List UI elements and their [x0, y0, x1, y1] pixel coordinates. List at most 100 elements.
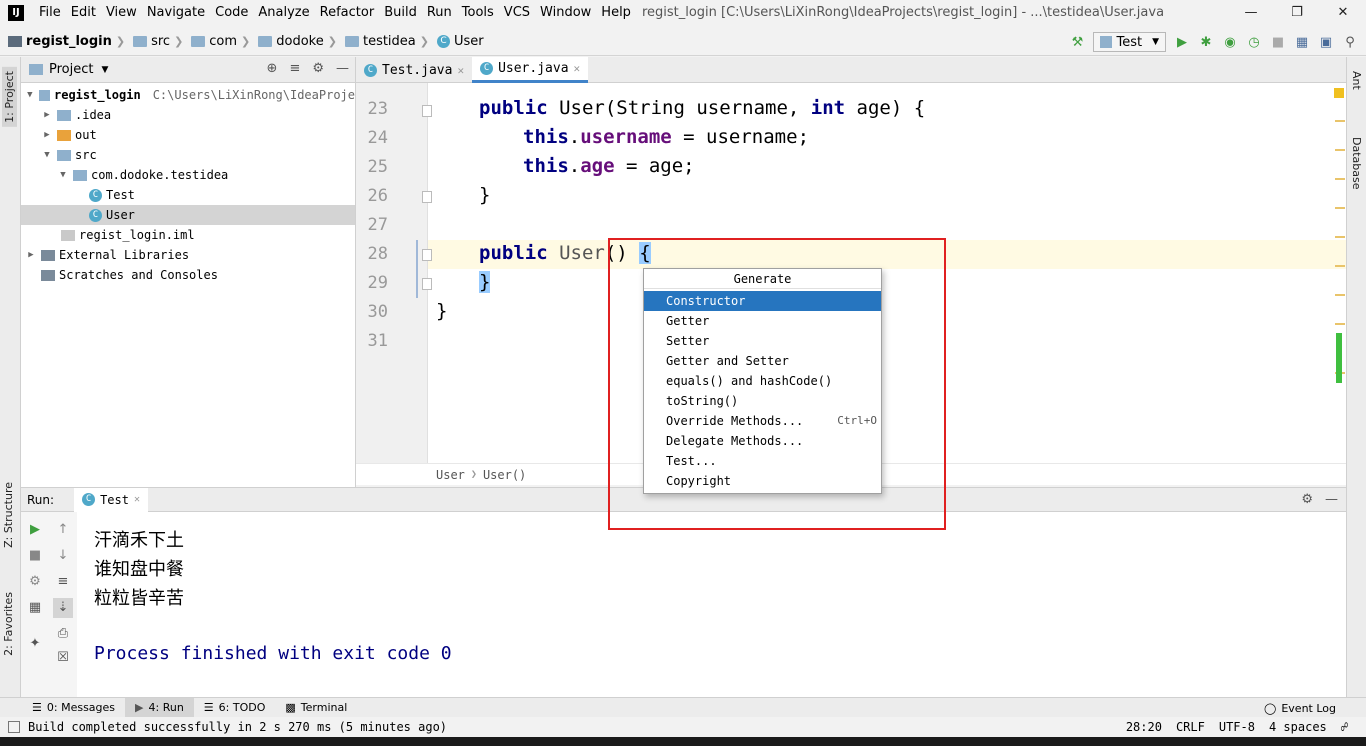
tree-item-test[interactable]: C Test — [21, 185, 355, 205]
close-tab-icon[interactable]: ✕ — [134, 494, 140, 505]
menu-vcs[interactable]: VCS — [499, 5, 535, 20]
scroll-thumb[interactable] — [1336, 333, 1342, 383]
error-stripe[interactable] — [1334, 83, 1346, 463]
tab-project-tool[interactable]: 1: Project — [2, 67, 17, 127]
menu-view[interactable]: View — [101, 5, 142, 20]
breadcrumb-project[interactable]: regist_login ❯ — [0, 34, 125, 49]
restore-layout-icon[interactable]: ⚙ — [27, 574, 43, 590]
tree-item-idea[interactable]: ▶ .idea — [21, 105, 355, 125]
coverage-icon[interactable]: ◉ — [1222, 34, 1238, 50]
tab-favorites-tool[interactable]: 2: Favorites — [2, 592, 15, 656]
stripe-mark[interactable] — [1335, 178, 1345, 180]
minimize-icon[interactable]: — — [1228, 0, 1274, 25]
chevron-right-icon[interactable]: ▶ — [25, 250, 37, 260]
event-log-button[interactable]: ◯ Event Log — [1264, 698, 1336, 718]
chevron-down-icon[interactable]: ▼ — [41, 150, 53, 160]
indent-setting[interactable]: 4 spaces — [1269, 720, 1327, 734]
menu-refactor[interactable]: Refactor — [315, 5, 380, 20]
locate-icon[interactable]: ⊕ — [267, 61, 278, 76]
stripe-mark[interactable] — [1335, 294, 1345, 296]
tab-ant-tool[interactable]: Ant — [1350, 71, 1363, 90]
caret-position[interactable]: 28:20 — [1126, 720, 1162, 734]
profile-icon[interactable]: ◷ — [1246, 34, 1262, 50]
tab-terminal[interactable]: ▩ Terminal — [275, 698, 357, 718]
hide-icon[interactable]: — — [336, 61, 349, 76]
close-icon[interactable]: ✕ — [1320, 0, 1366, 25]
fold-marker-icon[interactable] — [422, 249, 432, 261]
tab-database-tool[interactable]: Database — [1350, 137, 1363, 190]
menu-tools[interactable]: Tools — [457, 5, 499, 20]
breadcrumb-testidea[interactable]: testidea ❯ — [337, 34, 429, 49]
hide-icon[interactable]: — — [1325, 492, 1338, 507]
file-encoding[interactable]: UTF-8 — [1219, 720, 1255, 734]
project-panel-title[interactable]: Project — [49, 62, 93, 77]
fold-marker-icon[interactable] — [422, 191, 432, 203]
tree-item-out[interactable]: ▶ out — [21, 125, 355, 145]
close-tab-icon[interactable]: ✕ — [457, 64, 464, 77]
tree-item-package[interactable]: ▼ com.dodoke.testidea — [21, 165, 355, 185]
run-tab-test[interactable]: C Test ✕ — [74, 487, 148, 512]
tree-item-project-root[interactable]: ▼ regist_login C:\Users\LiXinRong\IdeaPr… — [21, 85, 355, 105]
print-icon[interactable]: ⎙ — [55, 626, 71, 642]
gear-icon[interactable]: ⚙ — [312, 61, 324, 76]
chevron-right-icon[interactable]: ▶ — [41, 130, 53, 140]
toggle-tool-windows-icon[interactable] — [8, 721, 20, 733]
breadcrumb-method[interactable]: User() — [483, 468, 526, 482]
menu-edit[interactable]: Edit — [66, 5, 101, 20]
rerun-icon[interactable]: ▶ — [27, 522, 43, 538]
collapse-all-icon[interactable]: ≡ — [289, 61, 300, 76]
chevron-down-icon[interactable]: ▼ — [101, 65, 108, 75]
chevron-down-icon[interactable]: ▼ — [25, 90, 35, 100]
debug-icon[interactable]: ✱ — [1198, 34, 1214, 50]
menu-file[interactable]: File — [34, 5, 66, 20]
build-hammer-icon[interactable]: ⚒ — [1069, 34, 1085, 50]
stripe-mark[interactable] — [1335, 149, 1345, 151]
chevron-down-icon[interactable]: ▼ — [57, 170, 69, 180]
tab-test-java[interactable]: C Test.java ✕ — [356, 57, 472, 83]
run-icon[interactable]: ▶ — [1174, 34, 1190, 50]
tree-item-user[interactable]: C User — [21, 205, 355, 225]
menu-window[interactable]: Window — [535, 5, 596, 20]
breadcrumb-class[interactable]: User — [436, 468, 465, 482]
menu-navigate[interactable]: Navigate — [142, 5, 210, 20]
tree-item-external-libraries[interactable]: ▶ External Libraries — [21, 245, 355, 265]
warning-indicator-icon[interactable] — [1334, 88, 1344, 98]
search-icon[interactable]: ⚲ — [1342, 34, 1358, 50]
close-tab-icon[interactable]: ✕ — [574, 62, 581, 75]
stripe-mark[interactable] — [1335, 207, 1345, 209]
down-arrow-icon[interactable]: ↓ — [55, 548, 71, 564]
tree-item-scratches[interactable]: Scratches and Consoles — [21, 265, 355, 285]
fold-marker-icon[interactable] — [422, 278, 432, 290]
menu-help[interactable]: Help — [596, 5, 636, 20]
menu-code[interactable]: Code — [210, 5, 253, 20]
tree-item-iml[interactable]: regist_login.iml — [21, 225, 355, 245]
stripe-mark[interactable] — [1335, 236, 1345, 238]
menu-analyze[interactable]: Analyze — [253, 5, 314, 20]
up-arrow-icon[interactable]: ↑ — [55, 522, 71, 538]
breadcrumb-com[interactable]: com ❯ — [183, 34, 250, 49]
soft-wrap-icon[interactable]: ≡ — [55, 574, 71, 590]
tab-messages[interactable]: ☰ 0: Messages — [22, 698, 125, 718]
menu-run[interactable]: Run — [422, 5, 457, 20]
lock-icon[interactable]: ☍ — [1341, 720, 1348, 734]
breadcrumb-dodoke[interactable]: dodoke ❯ — [250, 34, 337, 49]
fold-marker-icon[interactable] — [422, 105, 432, 117]
breadcrumb-user[interactable]: C User — [429, 34, 484, 49]
stripe-mark[interactable] — [1335, 120, 1345, 122]
layout-icon[interactable]: ▦ — [27, 600, 43, 616]
tab-todo[interactable]: ☰ 6: TODO — [194, 698, 276, 718]
stripe-mark[interactable] — [1335, 323, 1345, 325]
stop-icon[interactable]: ■ — [27, 548, 43, 564]
trash-icon[interactable]: ☒ — [55, 650, 71, 666]
tab-structure-tool[interactable]: Z: Structure — [2, 482, 15, 548]
menu-build[interactable]: Build — [379, 5, 422, 20]
layout-icon[interactable]: ▣ — [1318, 34, 1334, 50]
scroll-to-end-icon[interactable]: ⇣ — [53, 598, 73, 618]
tab-run[interactable]: ▶ 4: Run — [125, 697, 194, 718]
restore-icon[interactable]: ❐ — [1274, 0, 1320, 25]
line-separator[interactable]: CRLF — [1176, 720, 1205, 734]
pin-icon[interactable]: ✦ — [27, 636, 43, 652]
chevron-right-icon[interactable]: ▶ — [41, 110, 53, 120]
stripe-mark[interactable] — [1335, 265, 1345, 267]
gear-icon[interactable]: ⚙ — [1301, 492, 1313, 507]
